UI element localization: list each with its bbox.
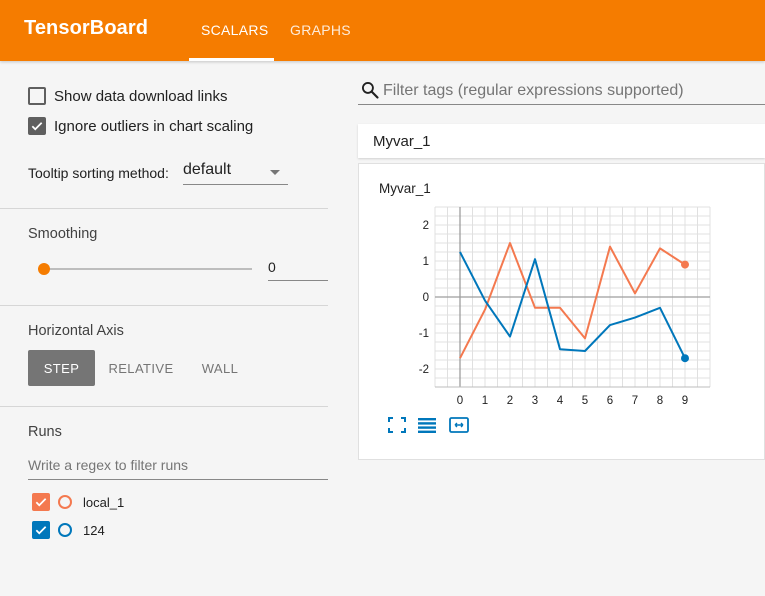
log-scale-icon[interactable]: [417, 416, 437, 434]
tag-group-header[interactable]: Myvar_1: [358, 124, 765, 158]
tag-filter-placeholder: Filter tags (regular expressions support…: [383, 82, 684, 99]
fullscreen-icon[interactable]: [387, 416, 407, 434]
show-download-links-label: Show data download links: [54, 87, 228, 105]
y-tick-label: -1: [419, 328, 429, 340]
x-tick-label: 9: [682, 395, 688, 407]
top-app-bar: TensorBoard SCALARS GRAPHS: [0, 0, 765, 61]
scalar-chart-card: Myvar_1 0 1 2 3 4 5 6 7 8 9 2 1 0 -1 -2: [358, 163, 765, 460]
divider: [0, 305, 328, 306]
tooltip-sorting-label: Tooltip sorting method:: [28, 165, 169, 181]
x-tick-label: 6: [607, 395, 613, 407]
runs-filter-input[interactable]: Write a regex to filter runs: [28, 450, 328, 480]
ignore-outliers-label: Ignore outliers in chart scaling: [54, 117, 254, 135]
axis-relative-button[interactable]: RELATIVE: [104, 350, 178, 386]
dropdown-arrow-icon: [270, 170, 280, 175]
y-tick-label: 2: [423, 220, 429, 232]
run-color-circle-icon: [58, 495, 72, 509]
x-tick-label: 5: [582, 395, 588, 407]
search-icon: [362, 82, 379, 99]
checkmark-icon: [31, 122, 43, 131]
fit-domain-icon[interactable]: [449, 416, 469, 434]
x-tick-label: 3: [532, 395, 538, 407]
x-tick-label: 2: [507, 395, 513, 407]
y-tick-label: 1: [423, 256, 429, 268]
divider: [0, 406, 328, 407]
checkmark-icon: [35, 526, 47, 535]
axis-step-button[interactable]: STEP: [28, 350, 95, 386]
show-download-links-checkbox[interactable]: [28, 87, 46, 105]
run-color-circle-icon: [58, 523, 72, 537]
brand-title: TensorBoard: [24, 17, 149, 39]
y-tick-label: 0: [423, 292, 429, 304]
tab-graphs[interactable]: GRAPHS: [290, 22, 351, 38]
ignore-outliers-checkbox[interactable]: [28, 117, 46, 135]
x-tick-label: 1: [482, 395, 488, 407]
tag-filter-input[interactable]: Filter tags (regular expressions support…: [358, 76, 765, 105]
tooltip-sorting-select[interactable]: default: [183, 161, 288, 185]
run-checkbox[interactable]: [32, 493, 50, 511]
run-item-local-1[interactable]: local_1: [32, 493, 124, 511]
run-name: 124: [83, 522, 105, 538]
tab-scalars[interactable]: SCALARS: [201, 22, 268, 38]
runs-label: Runs: [28, 424, 62, 440]
smoothing-input[interactable]: 0: [268, 257, 328, 281]
smoothing-label: Smoothing: [28, 226, 98, 242]
show-download-links-toggle[interactable]: Show data download links: [28, 87, 227, 105]
axis-wall-button[interactable]: WALL: [190, 350, 250, 386]
series-last-point[interactable]: [681, 354, 689, 363]
smoothing-slider-handle[interactable]: [38, 263, 50, 275]
horizontal-axis-label: Horizontal Axis: [28, 323, 124, 339]
x-tick-label: 4: [557, 395, 564, 407]
x-tick-label: 8: [657, 395, 663, 407]
x-tick-label: 7: [632, 395, 638, 407]
smoothing-slider-track[interactable]: [44, 268, 252, 270]
tag-group-title: Myvar_1: [373, 133, 431, 150]
sidebar: Show data download links Ignore outliers…: [0, 61, 345, 596]
divider: [0, 208, 328, 209]
run-name: local_1: [83, 494, 125, 510]
x-tick-label: 0: [457, 395, 463, 407]
series-last-point[interactable]: [681, 260, 689, 269]
run-item-124[interactable]: 124: [32, 521, 105, 539]
ignore-outliers-toggle[interactable]: Ignore outliers in chart scaling: [28, 117, 253, 135]
checkmark-icon: [35, 498, 47, 507]
tooltip-sorting-value: default: [183, 161, 232, 178]
y-tick-label: -2: [419, 364, 429, 376]
run-checkbox[interactable]: [32, 521, 50, 539]
